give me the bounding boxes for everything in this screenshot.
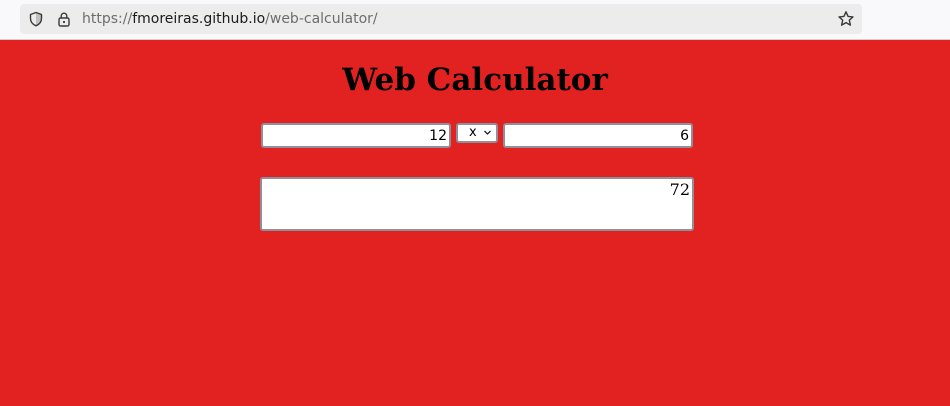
second-number-input[interactable]: [503, 123, 693, 148]
page-content: Web Calculator x 72: [0, 40, 950, 406]
page-title: Web Calculator: [342, 62, 608, 98]
result-output: 72: [260, 177, 694, 231]
chevron-down-icon: [484, 130, 491, 135]
shield-icon[interactable]: [28, 11, 44, 27]
operator-select[interactable]: x: [456, 123, 498, 143]
lock-icon[interactable]: [56, 11, 72, 27]
browser-toolbar: https://fmoreiras.github.io/web-calculat…: [0, 0, 950, 40]
url-host: fmoreiras.github.io: [132, 11, 266, 27]
address-bar[interactable]: https://fmoreiras.github.io/web-calculat…: [20, 4, 862, 34]
url-scheme: https://: [82, 11, 133, 27]
url-path: /web-calculator/: [265, 11, 378, 27]
url-text[interactable]: https://fmoreiras.github.io/web-calculat…: [82, 10, 378, 28]
first-number-input[interactable]: [261, 123, 451, 148]
star-icon[interactable]: [837, 10, 855, 28]
operator-value: x: [469, 125, 477, 140]
